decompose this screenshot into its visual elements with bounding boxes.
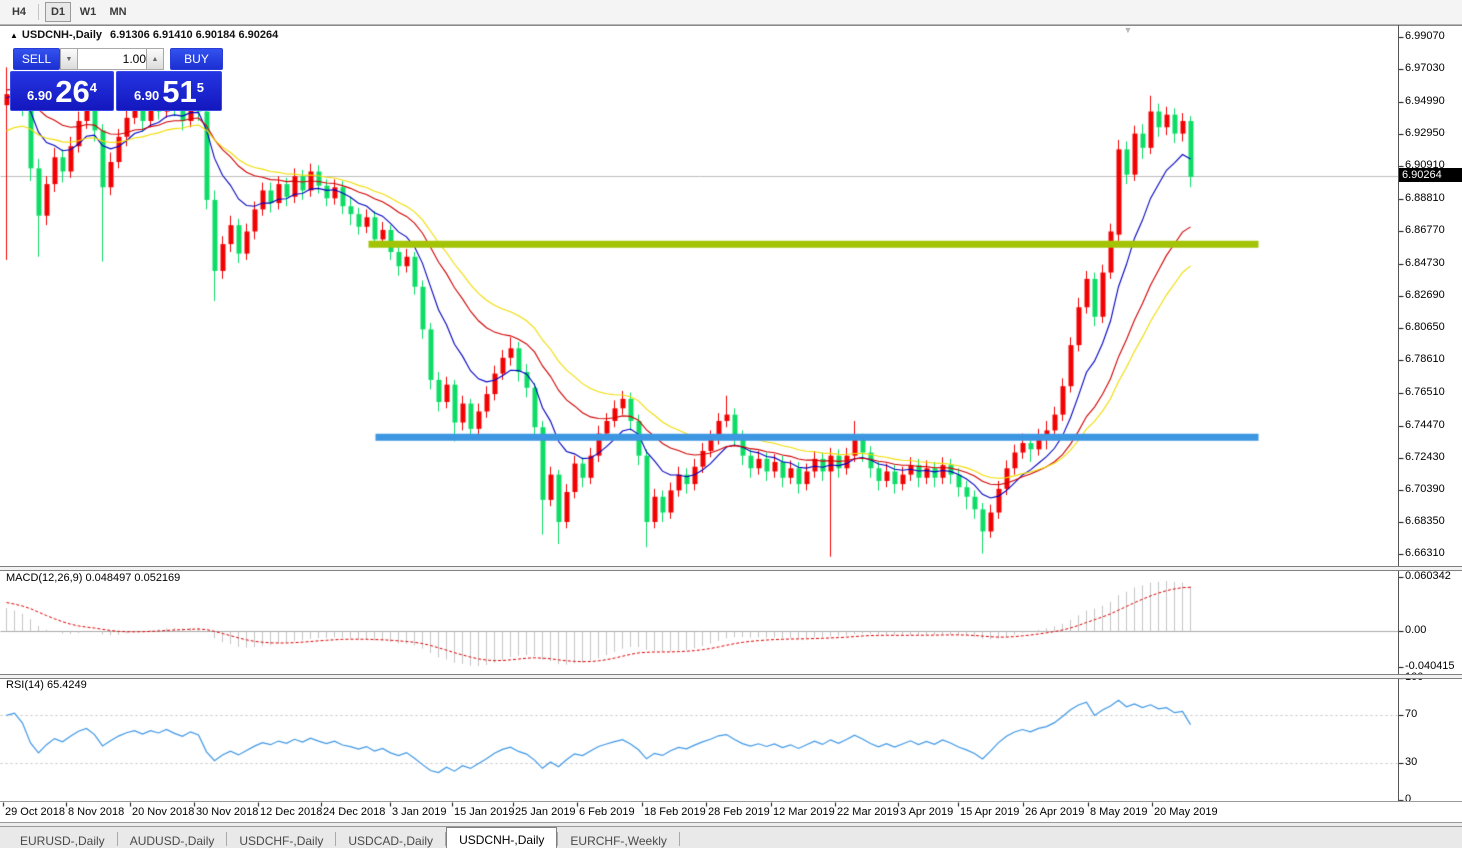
volume-decrease-button[interactable]: ▼ [60, 48, 78, 70]
chart-tab-audusd-daily[interactable]: AUDUSD-,Daily [118, 830, 227, 848]
date-axis-label: 25 Jan 2019 [515, 806, 576, 818]
price-axis-label: 6.84730 [1405, 256, 1445, 269]
rsi-splitter[interactable] [0, 674, 1462, 679]
timeframe-button-d1[interactable]: D1 [45, 2, 71, 22]
buy-price-prefix: 6.90 [133, 88, 160, 103]
buy-price-pip-digit: 5 [196, 80, 205, 95]
price-axis-label: 6.92950 [1405, 126, 1445, 139]
chart-tab-usdcad-daily[interactable]: USDCAD-,Daily [336, 830, 445, 848]
scroll-to-end-icon[interactable]: ▼ [1120, 25, 1136, 35]
timeframe-button-w1[interactable]: W1 [75, 2, 101, 22]
date-axis-label: 30 Nov 2018 [196, 806, 259, 818]
date-axis-label: 8 Nov 2018 [68, 806, 125, 818]
date-axis-label: 20 Nov 2018 [132, 806, 195, 818]
collapse-expert-icon[interactable]: ▲ [10, 31, 18, 40]
chart-tab-eurchf-weekly[interactable]: EURCHF-,Weekly [558, 830, 678, 848]
price-axis-label: 6.70390 [1405, 483, 1445, 496]
volume-increase-button[interactable]: ▲ [146, 48, 164, 70]
price-axis-label: 6.99070 [1405, 30, 1445, 43]
price-axis-label: 6.78610 [1405, 353, 1445, 366]
sell-price-pip-digit: 4 [89, 80, 98, 95]
chart-tab-eurusd-daily[interactable]: EURUSD-,Daily [8, 830, 117, 848]
date-axis-top-border [0, 801, 1462, 802]
rsi-label: RSI(14) 65.4249 [6, 679, 87, 691]
date-axis-label: 8 May 2019 [1090, 806, 1148, 818]
chart-tab-usdcnh-daily[interactable]: USDCNH-,Daily [446, 827, 558, 848]
chart-canvas[interactable] [0, 0, 1462, 848]
chart-ohlc-values: 6.91306 6.91410 6.90184 6.90264 [110, 29, 279, 41]
macd-splitter[interactable] [0, 566, 1462, 571]
date-axis-label: 3 Apr 2019 [900, 806, 954, 818]
buy-price-big-digits: 51 [162, 74, 197, 109]
chart-title: ▲ USDCNH-,Daily 6.91306 6.91410 6.90184 6.… [10, 29, 278, 41]
current-price-tag: 6.90264 [1399, 168, 1462, 183]
price-axis-label: 6.76510 [1405, 386, 1445, 399]
toolbar-separator [38, 4, 39, 20]
tab-separator [678, 832, 680, 846]
rsi-axis-label: 30 [1405, 756, 1418, 769]
buy-button-label: BUY [184, 52, 209, 66]
date-axis-label: 22 Mar 2019 [837, 806, 899, 818]
price-axis-label: 6.82690 [1405, 288, 1445, 301]
chart-tab-bar: EURUSD-,Daily AUDUSD-,Daily USDCHF-,Daily U… [0, 826, 1462, 848]
macd-label: MACD(12,26,9) 0.048497 0.052169 [6, 572, 181, 584]
timeframe-button-h4[interactable]: H4 [6, 2, 32, 22]
date-axis-label: 28 Feb 2019 [708, 806, 770, 818]
date-axis-label: 18 Feb 2019 [644, 806, 706, 818]
price-axis-label: 6.72430 [1405, 450, 1445, 463]
chart-top-border [0, 25, 1462, 26]
date-axis-label: 15 Apr 2019 [960, 806, 1020, 818]
price-axis-label: 6.97030 [1405, 62, 1445, 75]
macd-axis-label: 0.00 [1405, 624, 1427, 636]
buy-button[interactable]: BUY [170, 48, 223, 70]
timeframe-toolbar: H4 D1 W1 MN [0, 0, 1462, 25]
rsi-axis-label: 70 [1405, 707, 1418, 720]
sell-button[interactable]: SELL [13, 48, 60, 70]
price-axis-label: 6.94990 [1405, 94, 1445, 107]
price-axis-label: 6.86770 [1405, 224, 1445, 237]
chevron-down-icon: ▼ [65, 55, 73, 63]
price-axis-label: 6.66310 [1405, 547, 1445, 560]
mt4-window: H4 D1 W1 MN ▼ ▲ USDCNH-,Daily 6.91306 6.91410… [0, 0, 1462, 848]
price-axis-label: 6.68350 [1405, 515, 1445, 528]
buy-price-box[interactable]: 6.90 51 5 [116, 71, 222, 111]
date-axis-label: 6 Feb 2019 [579, 806, 635, 818]
chart-tab-usdchf-daily[interactable]: USDCHF-,Daily [227, 830, 335, 848]
date-axis-label: 3 Jan 2019 [392, 806, 447, 818]
volume-input[interactable] [77, 48, 151, 70]
date-axis-label: 12 Mar 2019 [773, 806, 835, 818]
date-axis-label: 12 Dec 2018 [260, 806, 323, 818]
date-axis-label: 24 Dec 2018 [323, 806, 386, 818]
sell-price-big-digits: 26 [55, 74, 90, 109]
price-axis-label: 6.80650 [1405, 321, 1445, 334]
date-axis-label: 15 Jan 2019 [454, 806, 515, 818]
date-axis-label: 26 Apr 2019 [1025, 806, 1085, 818]
sell-button-label: SELL [21, 52, 52, 66]
date-axis-label: 29 Oct 2018 [5, 806, 65, 818]
sell-price-box[interactable]: 6.90 26 4 [10, 71, 114, 111]
price-axis-label: 6.74470 [1405, 418, 1445, 431]
rsi-axis-label: 0 [1405, 793, 1412, 805]
sell-price-prefix: 6.90 [26, 88, 53, 103]
price-axis-line [1398, 25, 1399, 802]
price-axis-label: 6.88810 [1405, 192, 1445, 205]
macd-axis-label: 0.060342 [1405, 570, 1451, 583]
chart-symbol-period: USDCNH-,Daily [21, 29, 102, 41]
chevron-up-icon: ▲ [151, 55, 159, 63]
timeframe-button-mn[interactable]: MN [105, 2, 131, 22]
date-axis-label: 20 May 2019 [1154, 806, 1218, 818]
